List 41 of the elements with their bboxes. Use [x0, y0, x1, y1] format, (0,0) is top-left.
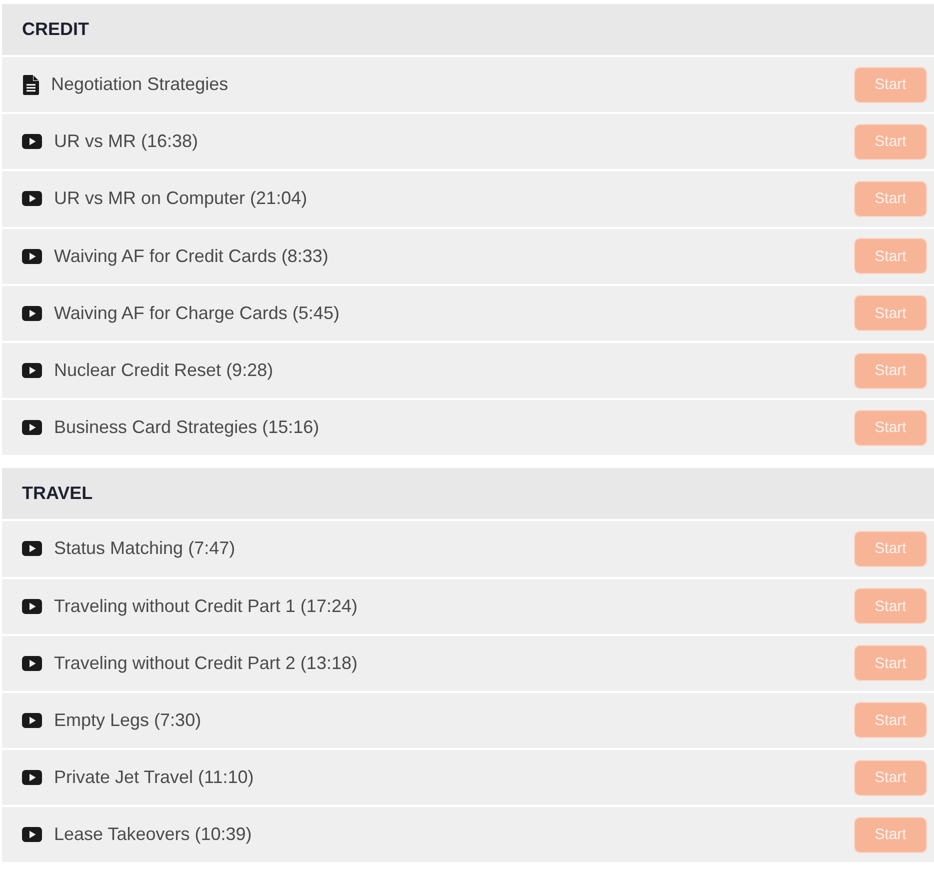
video-icon — [22, 541, 42, 556]
lesson-title: UR vs MR on Computer (21:04) — [54, 188, 308, 210]
start-button[interactable]: Start — [855, 354, 926, 388]
start-button[interactable]: Start — [855, 818, 926, 852]
start-button[interactable]: Start — [855, 589, 926, 624]
video-icon — [22, 306, 42, 321]
start-button[interactable]: Start — [855, 68, 926, 102]
lesson-title: Business Card Strategies (15:16) — [54, 417, 320, 438]
start-button[interactable]: Start — [855, 124, 926, 159]
lesson-title: Waiving AF for Charge Cards (5:45) — [54, 302, 340, 324]
video-icon — [22, 420, 42, 436]
start-button[interactable]: Start — [855, 760, 926, 795]
video-icon — [22, 134, 42, 150]
start-button[interactable]: Start — [855, 703, 926, 738]
document-icon — [22, 74, 38, 95]
lesson-title: Nuclear Credit Reset (9:28) — [54, 360, 274, 382]
lesson-title: Empty Legs (7:30) — [54, 710, 202, 731]
start-button[interactable]: Start — [855, 646, 926, 680]
lesson-title: Private Jet Travel (11:10) — [54, 767, 255, 788]
section-header: CREDIT — [2, 4, 934, 55]
start-button[interactable]: Start — [855, 239, 926, 274]
video-icon — [22, 712, 42, 728]
section-header: TRAVEL — [2, 468, 934, 520]
lesson-title: Status Matching (7:47) — [54, 538, 236, 560]
video-icon — [22, 598, 42, 614]
lesson-title: UR vs MR (16:38) — [54, 131, 200, 152]
lesson-title: Lease Takeovers (10:39) — [54, 824, 253, 846]
start-button[interactable]: Start — [855, 296, 926, 330]
lesson-title: Traveling without Credit Part 1 (17:24) — [54, 596, 358, 617]
video-icon — [22, 363, 42, 378]
start-button[interactable]: Start — [855, 532, 926, 566]
start-button[interactable]: Start — [855, 182, 926, 216]
video-icon — [22, 827, 42, 842]
video-icon — [22, 248, 42, 264]
lesson-title: Traveling without Credit Part 2 (13:18) — [54, 652, 358, 674]
video-icon — [22, 770, 42, 786]
start-button[interactable]: Start — [855, 410, 926, 445]
lesson-title: Negotiation Strategies — [51, 74, 230, 96]
video-icon — [22, 656, 42, 671]
video-icon — [22, 191, 42, 206]
lesson-title: Waiving AF for Credit Cards (8:33) — [54, 246, 330, 267]
